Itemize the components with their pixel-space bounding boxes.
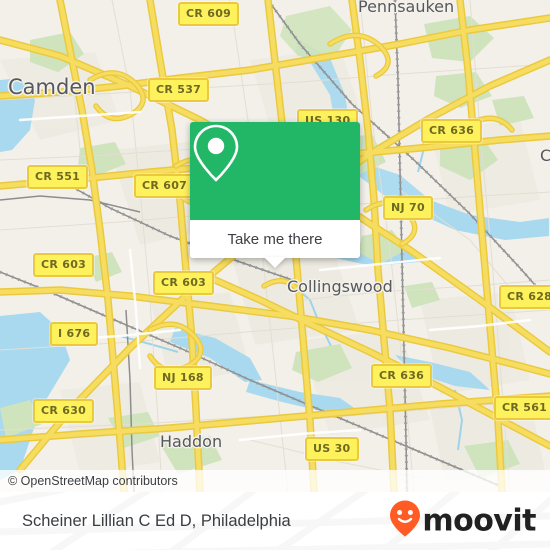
moovit-smiley-pin-icon bbox=[389, 500, 421, 543]
road-shield-nj-70[interactable]: NJ 70 bbox=[383, 196, 433, 220]
road-shield-cr-628[interactable]: CR 628 bbox=[499, 285, 550, 309]
osm-attribution[interactable]: © OpenStreetMap contributors bbox=[0, 470, 550, 492]
road-shield-cr-607[interactable]: CR 607 bbox=[134, 174, 196, 198]
take-me-there-label: Take me there bbox=[227, 230, 323, 248]
road-shield-cr-636-south[interactable]: CR 636 bbox=[371, 364, 433, 388]
road-shield-cr-603-east[interactable]: CR 603 bbox=[153, 271, 215, 295]
take-me-there-button[interactable]: Take me there bbox=[190, 220, 360, 268]
location-popup[interactable]: Take me there bbox=[190, 122, 360, 268]
moovit-logo[interactable]: moovit bbox=[389, 500, 536, 543]
road-shield-cr-551[interactable]: CR 551 bbox=[27, 165, 89, 189]
road-shield-cr-561[interactable]: CR 561 bbox=[494, 396, 550, 420]
road-shield-nj-168[interactable]: NJ 168 bbox=[154, 366, 212, 390]
road-shield-cr-636-north[interactable]: CR 636 bbox=[421, 119, 483, 143]
map-screenshot: .w{fill:#a9d9ef} .pk{fill:#cfe3bd} .bl{f… bbox=[0, 0, 550, 550]
road-shield-cr-630[interactable]: CR 630 bbox=[33, 399, 95, 423]
map-canvas[interactable]: .w{fill:#a9d9ef} .pk{fill:#cfe3bd} .bl{f… bbox=[0, 0, 550, 492]
popup-tail bbox=[264, 257, 286, 268]
moovit-wordmark: moovit bbox=[422, 503, 536, 539]
road-shield-i-676[interactable]: I 676 bbox=[50, 322, 99, 346]
road-shield-cr-537[interactable]: CR 537 bbox=[148, 78, 210, 102]
popup-header bbox=[190, 122, 360, 220]
road-shield-cr-603-west[interactable]: CR 603 bbox=[33, 253, 95, 277]
road-shield-us-30[interactable]: US 30 bbox=[305, 437, 359, 461]
page-title: Scheiner Lillian C Ed D, Philadelphia bbox=[22, 511, 291, 530]
footer-bar: Scheiner Lillian C Ed D, Philadelphia mo… bbox=[0, 492, 550, 550]
road-shield-cr-609[interactable]: CR 609 bbox=[178, 2, 240, 26]
